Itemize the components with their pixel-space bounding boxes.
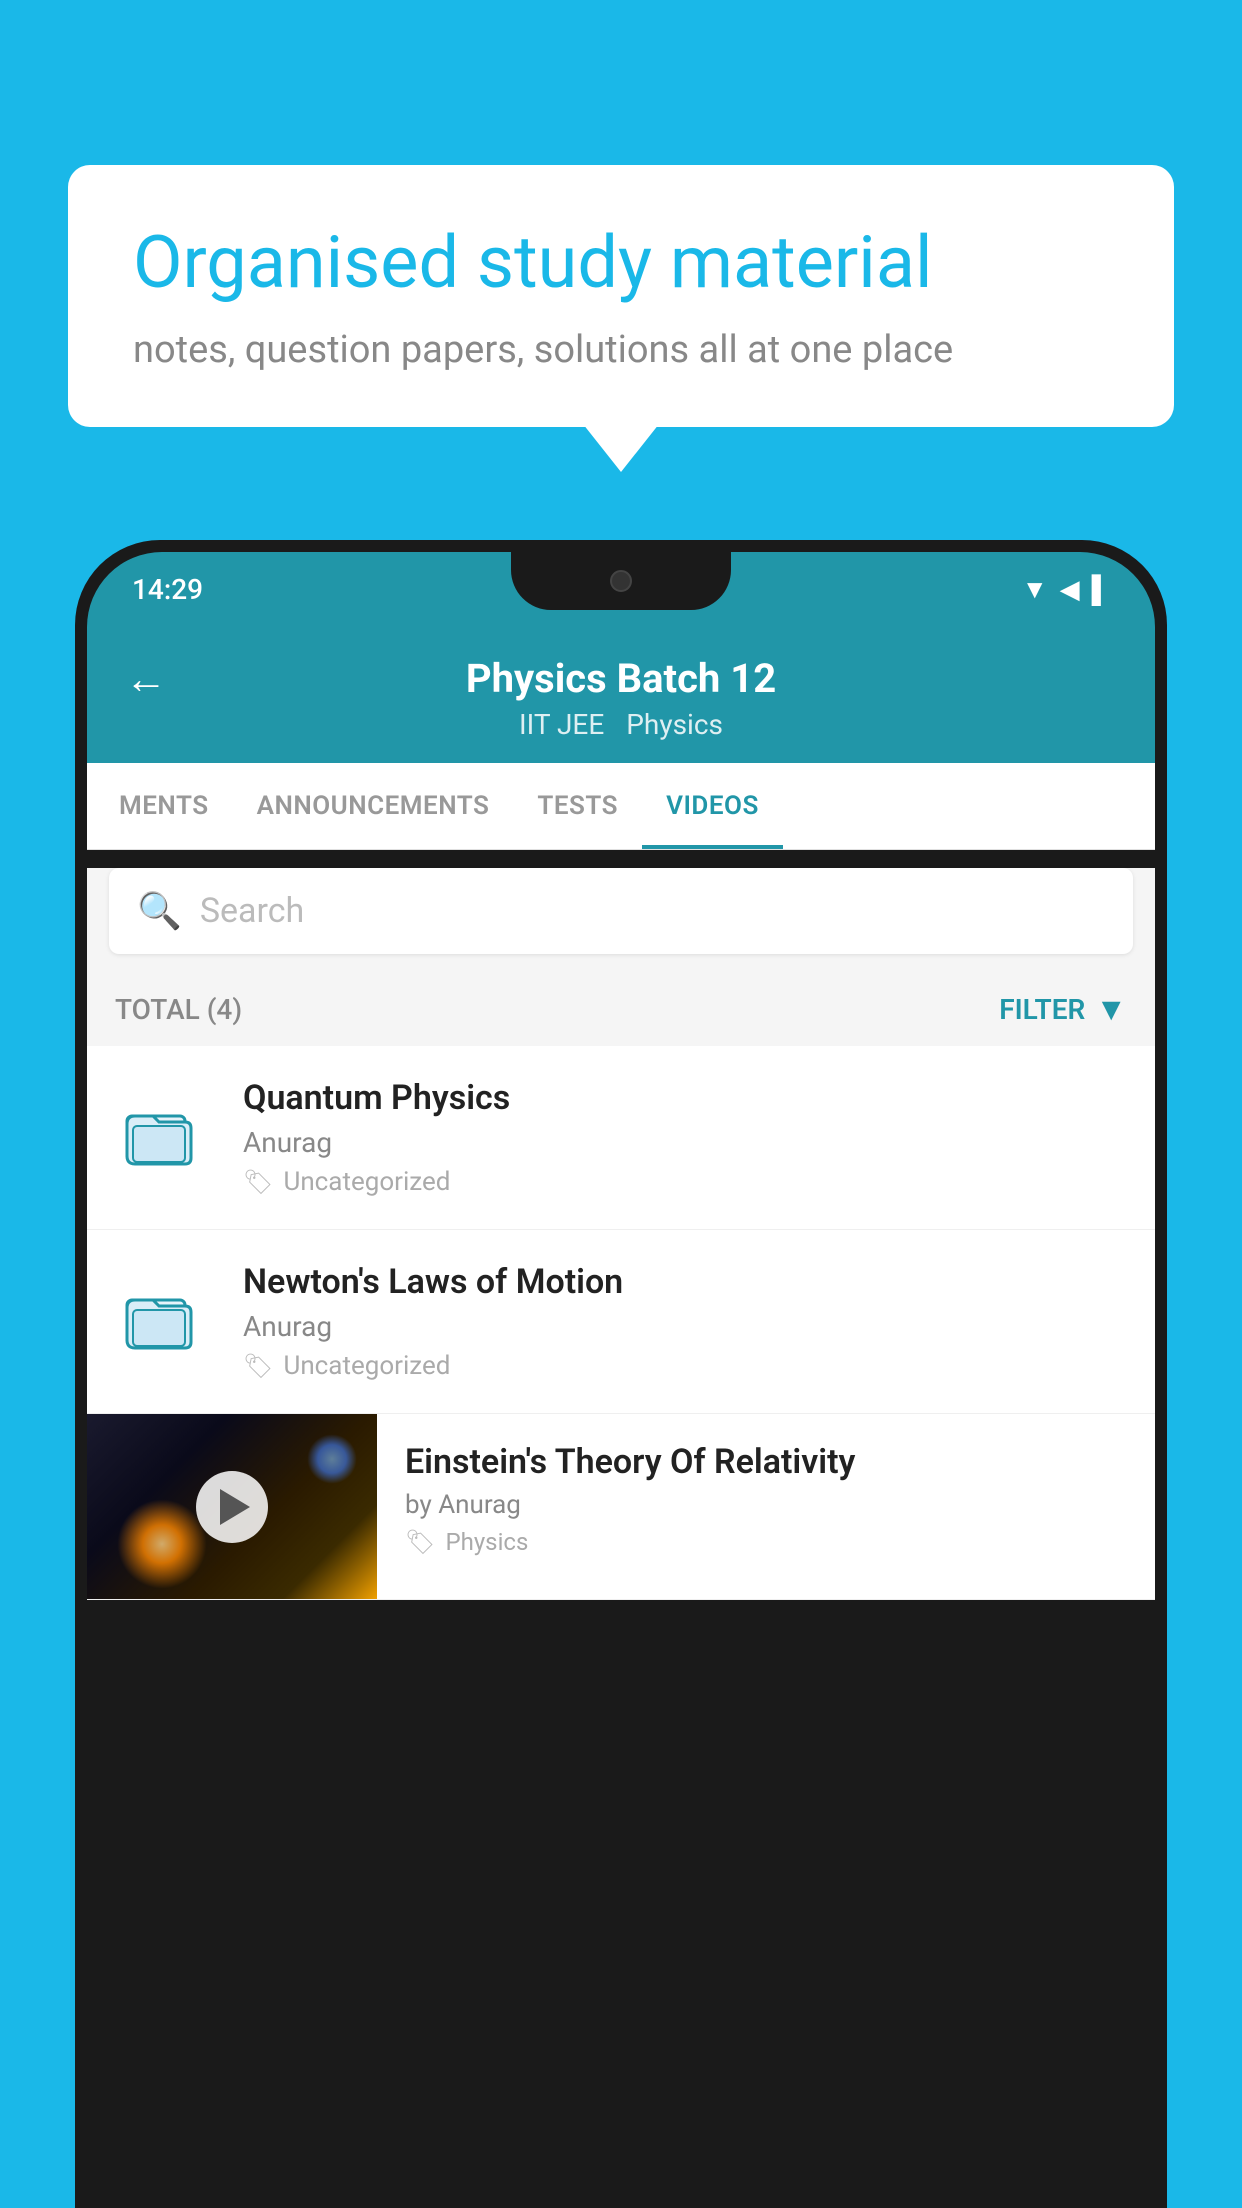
video-author: Anurag <box>243 1126 1127 1159</box>
video-info: Newton's Laws of Motion Anurag 🏷 Uncateg… <box>243 1262 1127 1381</box>
search-icon: 🔍 <box>137 890 182 932</box>
battery-icon: ▌ <box>1092 574 1110 605</box>
header-tag-iitjee: IIT JEE <box>519 708 604 741</box>
video-info: Einstein's Theory Of Relativity by Anura… <box>377 1414 1155 1578</box>
signal-icon: ◀ <box>1060 575 1080 605</box>
tab-announcements[interactable]: ANNOUNCEMENTS <box>233 763 514 849</box>
list-item[interactable]: Newton's Laws of Motion Anurag 🏷 Uncateg… <box>87 1230 1155 1414</box>
total-count: TOTAL (4) <box>115 993 242 1026</box>
tag-icon: 🏷 <box>405 1528 435 1556</box>
video-info: Quantum Physics Anurag 🏷 Uncategorized <box>243 1078 1127 1197</box>
filter-bar: TOTAL (4) FILTER ▼ <box>87 972 1155 1046</box>
header-title: Physics Batch 12 <box>466 655 776 702</box>
phone-inner: 14:29 ▼ ◀ ▌ ← Physics Batch 12 IIT JEE P… <box>87 552 1155 2208</box>
tab-videos[interactable]: VIDEOS <box>642 763 783 849</box>
tabs-bar: MENTS ANNOUNCEMENTS TESTS VIDEOS <box>87 763 1155 850</box>
video-tag: 🏷 Uncategorized <box>243 1351 1127 1381</box>
tab-tests[interactable]: TESTS <box>513 763 642 849</box>
search-container[interactable]: 🔍 Search <box>109 868 1133 954</box>
video-title: Newton's Laws of Motion <box>243 1262 1127 1302</box>
play-triangle-icon <box>220 1489 250 1525</box>
header-tag-physics: Physics <box>626 708 723 741</box>
folder-icon <box>115 1272 215 1372</box>
status-time: 14:29 <box>132 573 203 606</box>
bubble-title: Organised study material <box>133 220 1109 306</box>
video-tag: 🏷 Physics <box>405 1528 1127 1556</box>
video-tag-label: Physics <box>445 1528 528 1556</box>
video-list: Quantum Physics Anurag 🏷 Uncategorized <box>87 1046 1155 1600</box>
content-area: 🔍 Search TOTAL (4) FILTER ▼ <box>87 868 1155 1600</box>
folder-icon <box>115 1088 215 1188</box>
tag-icon: 🏷 <box>243 1168 273 1196</box>
filter-funnel-icon: ▼ <box>1095 990 1127 1028</box>
camera-dot <box>610 570 632 592</box>
video-tag-label: Uncategorized <box>283 1167 450 1197</box>
back-arrow-button[interactable]: ← <box>125 655 167 704</box>
bubble-subtitle: notes, question papers, solutions all at… <box>133 328 1109 372</box>
status-bar: 14:29 ▼ ◀ ▌ <box>87 552 1155 627</box>
wifi-icon: ▼ <box>1022 574 1048 605</box>
speech-bubble: Organised study material notes, question… <box>68 165 1174 427</box>
space-glow-1 <box>117 1499 207 1589</box>
list-item[interactable]: Quantum Physics Anurag 🏷 Uncategorized <box>87 1046 1155 1230</box>
status-icons: ▼ ◀ ▌ <box>1022 574 1110 605</box>
notch <box>511 552 731 610</box>
speech-bubble-container: Organised study material notes, question… <box>68 165 1174 427</box>
space-glow-2 <box>307 1434 357 1484</box>
video-author: Anurag <box>243 1310 1127 1343</box>
filter-button[interactable]: FILTER ▼ <box>999 990 1127 1028</box>
filter-label: FILTER <box>999 993 1085 1026</box>
phone-frame: 14:29 ▼ ◀ ▌ ← Physics Batch 12 IIT JEE P… <box>75 540 1167 2208</box>
play-button[interactable] <box>196 1471 268 1543</box>
video-tag: 🏷 Uncategorized <box>243 1167 1127 1197</box>
video-tag-label: Uncategorized <box>283 1351 450 1381</box>
app-header: ← Physics Batch 12 IIT JEE Physics <box>87 627 1155 763</box>
tag-icon: 🏷 <box>243 1352 273 1380</box>
video-title: Einstein's Theory Of Relativity <box>405 1442 1127 1482</box>
video-thumbnail <box>87 1414 377 1599</box>
video-title: Quantum Physics <box>243 1078 1127 1118</box>
list-item[interactable]: Einstein's Theory Of Relativity by Anura… <box>87 1414 1155 1600</box>
video-author: by Anurag <box>405 1490 1127 1520</box>
header-tags: IIT JEE Physics <box>519 708 723 741</box>
search-placeholder: Search <box>200 891 304 931</box>
tab-ments[interactable]: MENTS <box>95 763 233 849</box>
